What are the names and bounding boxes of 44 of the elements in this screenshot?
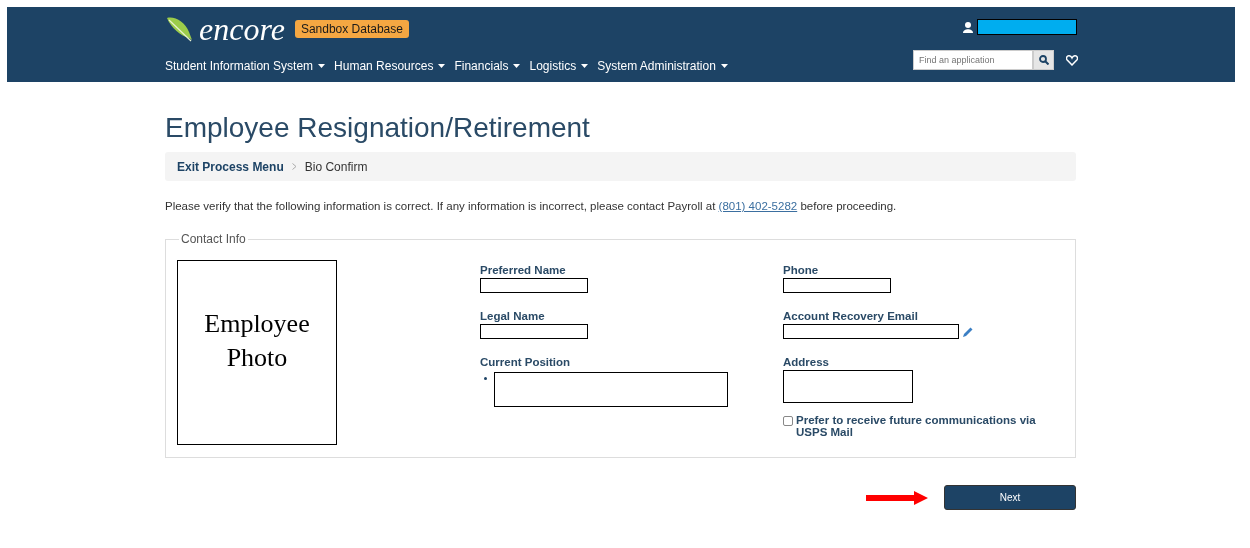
field-label: Account Recovery Email: [783, 310, 918, 322]
phone-link[interactable]: (801) 402-5282: [718, 200, 798, 212]
photo-caption: Employee Photo: [203, 308, 311, 374]
next-button[interactable]: Next: [944, 485, 1076, 510]
field-label: Phone: [783, 264, 819, 276]
caret-icon: [513, 64, 521, 68]
breadcrumb-current: Bio Confirm: [304, 159, 368, 174]
heart-icon[interactable]: [1066, 54, 1078, 66]
search-field[interactable]: Find an application: [913, 50, 1033, 70]
caret-icon: [581, 64, 589, 68]
input-field[interactable]: [480, 324, 588, 339]
arrow-icon: [866, 490, 928, 505]
chevron-icon: [291, 163, 297, 170]
search-icon: [1038, 55, 1049, 65]
nav-menu[interactable]: Logistics: [529, 59, 589, 73]
nav-menu[interactable]: Financials: [454, 59, 521, 73]
input-field[interactable]: [783, 278, 891, 293]
caret-icon: [438, 64, 446, 68]
nav-menu[interactable]: Student Information System: [165, 59, 326, 73]
caret-icon: [318, 64, 326, 68]
search-button[interactable]: [1033, 50, 1054, 70]
page-title: Employee Resignation/Retirement: [165, 112, 591, 144]
field-label: Preferred Name: [480, 264, 566, 276]
user-icon[interactable]: [963, 21, 973, 33]
pencil-icon[interactable]: [962, 325, 974, 338]
nav-menu[interactable]: System Administration: [597, 59, 728, 73]
panel-legend: Contact Info: [179, 232, 248, 246]
caret-icon: [720, 64, 728, 68]
feather-icon: [165, 16, 193, 42]
checkbox-label: Prefer to receive future communications via USPS Mail: [796, 414, 1037, 438]
checkbox[interactable]: [783, 416, 793, 426]
field-label: Legal Name: [480, 310, 545, 322]
field-label: Current Position: [480, 356, 571, 368]
instruction-text: Please verify that the following information is correct. If any information is incorrect, please contact Payroll at (801) 402-5282 before proceeding.: [165, 200, 898, 212]
input-field[interactable]: [783, 370, 913, 403]
breadcrumb-link[interactable]: Exit Process Menu: [177, 159, 284, 174]
field-label: Address: [783, 356, 830, 368]
bullet-icon: [484, 377, 487, 380]
input-field[interactable]: [494, 372, 728, 407]
input-field[interactable]: [783, 324, 959, 339]
logo[interactable]: encore: [199, 13, 285, 45]
input-field[interactable]: [480, 278, 588, 293]
environment-badge: Sandbox Database: [294, 20, 409, 38]
nav-menu[interactable]: Human Resources: [334, 59, 446, 73]
